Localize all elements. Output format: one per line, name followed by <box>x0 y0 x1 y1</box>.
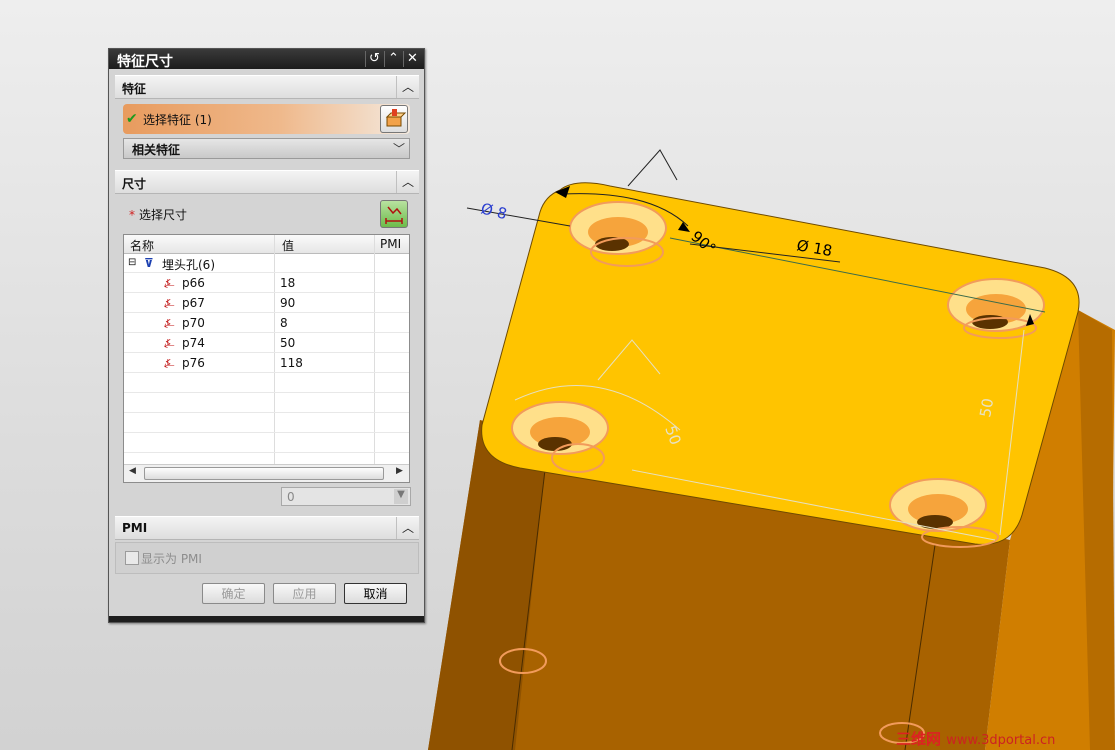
select-feature-label: 选择特征 (1) <box>143 113 212 127</box>
row-value: 8 <box>280 316 288 330</box>
row-value: 18 <box>280 276 296 290</box>
table-row[interactable]: ⍼ p67 90 <box>124 293 409 313</box>
scroll-left-icon[interactable]: ◀ <box>129 466 136 476</box>
row-value: 118 <box>280 356 303 370</box>
dimension-icon: ⍼ <box>164 336 175 350</box>
close-icon[interactable]: ✕ <box>403 51 421 67</box>
row-name: p74 <box>182 336 205 350</box>
value-spinner[interactable]: 0 ▼ <box>281 487 411 506</box>
pmi-options: 显示为 PMI <box>115 542 419 574</box>
table-row[interactable]: ⍼ p66 18 <box>124 273 409 293</box>
scroll-right-icon[interactable]: ▶ <box>396 466 403 476</box>
dim-label-dia8[interactable]: Ø 8 <box>479 199 509 223</box>
watermark: 三维网 www.3dportal.cn <box>896 728 1055 749</box>
required-star-icon: * <box>129 208 135 222</box>
table-row-empty <box>124 373 409 393</box>
section-dimension-header[interactable]: 尺寸 ︿ <box>115 170 419 194</box>
section-pmi-title: PMI <box>122 521 148 535</box>
ok-button[interactable]: 确定 <box>202 583 265 604</box>
chevron-up-icon[interactable]: ︿ <box>396 517 419 539</box>
watermark-brand: 三维网 <box>896 730 942 748</box>
collapse-icon[interactable]: ⌃ <box>384 51 402 67</box>
apply-button[interactable]: 应用 <box>273 583 336 604</box>
dimension-icon <box>385 206 403 224</box>
check-icon: ✔ <box>126 111 138 127</box>
related-feature-label: 相关特征 <box>132 143 181 157</box>
select-dimension-label: 选择尺寸 <box>139 208 188 222</box>
feature-dimension-dialog: 特征尺寸 ↺ ⌃ ✕ 特征 ︿ ✔ 选择特征 (1) 相关特征 ﹀ 尺寸 ︿ *… <box>108 48 425 623</box>
section-pmi-header[interactable]: PMI ︿ <box>115 516 419 540</box>
tree-collapse-icon[interactable]: ⊟ <box>128 257 136 268</box>
chevron-up-icon[interactable]: ︿ <box>396 171 419 193</box>
countersink-hole-icon: ⊽ <box>144 256 154 270</box>
table-header: 名称 值 PMI <box>124 235 409 254</box>
dimension-icon: ⍼ <box>164 276 175 290</box>
column-header-name[interactable]: 名称 <box>130 237 154 254</box>
table-row[interactable]: ⍼ p76 118 <box>124 353 409 373</box>
cancel-button[interactable]: 取消 <box>344 583 407 604</box>
feature-cube-icon <box>385 109 407 127</box>
chevron-down-icon[interactable]: ﹀ <box>393 140 405 157</box>
table-row-empty <box>124 413 409 433</box>
table-row-empty <box>124 393 409 413</box>
row-name: p66 <box>182 276 205 290</box>
row-name: p70 <box>182 316 205 330</box>
row-value: 50 <box>280 336 296 350</box>
row-value: 90 <box>280 296 296 310</box>
dimension-icon: ⍼ <box>164 316 175 330</box>
dialog-title: 特征尺寸 <box>117 54 173 70</box>
table-row-parent[interactable]: ⊟ ⊽ 埋头孔(6) <box>124 253 409 273</box>
table-row[interactable]: ⍼ p74 50 <box>124 333 409 353</box>
value-field[interactable]: 0 <box>287 490 295 504</box>
dialog-titlebar[interactable]: 特征尺寸 ↺ ⌃ ✕ <box>109 49 424 70</box>
chevron-up-icon[interactable]: ︿ <box>396 76 419 98</box>
horizontal-scrollbar[interactable]: ◀ ▶ <box>124 464 409 482</box>
dimension-icon: ⍼ <box>164 356 175 370</box>
show-as-pmi-checkbox[interactable] <box>125 551 139 565</box>
select-dimension-button[interactable] <box>380 200 408 228</box>
section-feature-title: 特征 <box>122 82 147 96</box>
column-header-value[interactable]: 值 <box>282 237 294 254</box>
reset-icon[interactable]: ↺ <box>365 51 383 67</box>
select-feature-row[interactable]: ✔ 选择特征 (1) <box>123 104 410 134</box>
row-name: p76 <box>182 356 205 370</box>
table-row-empty <box>124 433 409 453</box>
spinner-down-icon[interactable]: ▼ <box>394 489 408 504</box>
section-feature-header[interactable]: 特征 ︿ <box>115 75 419 99</box>
scrollbar-thumb[interactable] <box>144 467 384 480</box>
dimension-icon: ⍼ <box>164 296 175 310</box>
row-name: p67 <box>182 296 205 310</box>
parent-feature-label: 埋头孔(6) <box>162 258 215 272</box>
watermark-url: www.3dportal.cn <box>946 733 1056 748</box>
select-feature-button[interactable] <box>380 105 408 133</box>
show-as-pmi-label: 显示为 PMI <box>141 552 202 566</box>
section-dimension-title: 尺寸 <box>122 177 147 191</box>
select-dimension-row[interactable]: * 选择尺寸 <box>129 206 187 223</box>
related-feature-dropdown[interactable]: 相关特征 ﹀ <box>123 138 410 159</box>
table-row[interactable]: ⍼ p70 8 <box>124 313 409 333</box>
dim-label-50-right[interactable]: 50 <box>976 397 997 419</box>
column-header-pmi[interactable]: PMI <box>380 237 401 251</box>
dimension-table: 名称 值 PMI ⊟ ⊽ 埋头孔(6) ⍼ p66 18 ⍼ p67 90 ⍼ … <box>123 234 410 483</box>
